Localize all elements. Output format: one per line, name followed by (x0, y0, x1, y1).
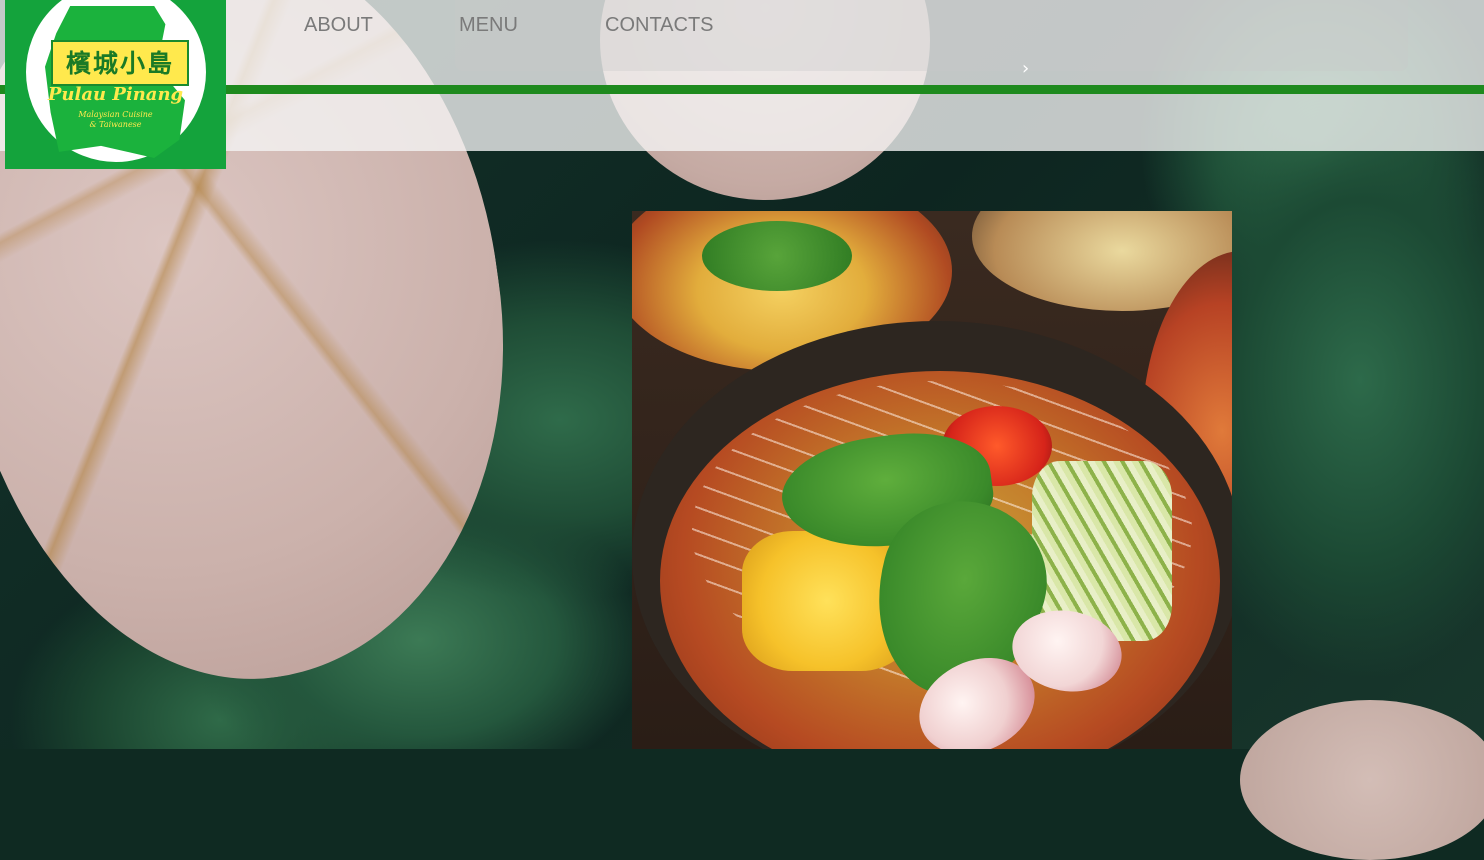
nav-item-menu[interactable]: MENU (459, 14, 518, 37)
marble-decoration-bottom-right (1240, 700, 1484, 860)
hero-food-image (632, 211, 1232, 749)
herb-garnish-top (702, 221, 852, 291)
logo-tagline-line1: Malaysian Cuisine (78, 110, 153, 119)
logo-english-name: Pulau Pinang (47, 84, 184, 105)
nav-item-contacts[interactable]: CONTACTS (605, 14, 714, 37)
logo-chinese-name-box: 檳城小島 (51, 40, 189, 86)
logo-chinese-name: 檳城小島 (65, 48, 174, 78)
logo-tagline-line2: & Taiwanese (89, 120, 142, 129)
nav-item-about[interactable]: ABOUT (304, 14, 373, 37)
site-logo[interactable]: 檳城小島 Pulau Pinang Malaysian Cuisine & Ta… (5, 0, 226, 169)
chevron-right-icon[interactable]: › (1022, 58, 1029, 79)
header-panel (455, 0, 1408, 71)
